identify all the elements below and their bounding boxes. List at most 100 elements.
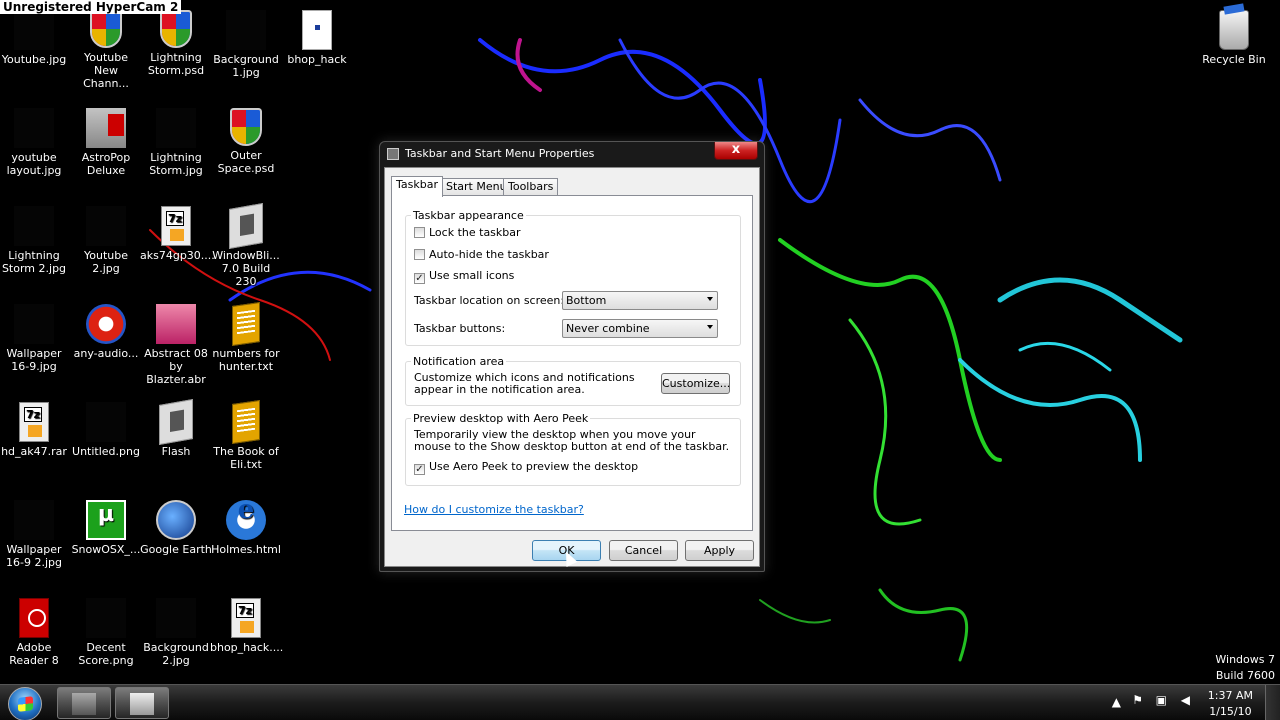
desktop-icon[interactable]: Untitled.png: [70, 402, 142, 458]
windows-shield-icon: [230, 108, 262, 146]
small-icons-checkbox[interactable]: ✓ Use small icons: [414, 269, 514, 284]
show-hidden-icons-icon[interactable]: ▲: [1112, 695, 1121, 709]
desktop-icon-label: bhop_hack....: [210, 641, 284, 654]
aero-peek-description: Temporarily view the desktop when you mo…: [414, 428, 730, 453]
desktop-icon-label: Recycle Bin: [1202, 53, 1266, 66]
close-button[interactable]: x: [714, 142, 758, 160]
desktop-icon[interactable]: AstroPop Deluxe: [70, 108, 142, 177]
checkmark-icon[interactable]: ✓: [414, 273, 425, 284]
taskbar-button-properties[interactable]: [115, 687, 169, 719]
lock-taskbar-checkbox[interactable]: Lock the taskbar: [414, 226, 521, 239]
desktop-icon[interactable]: numbers for hunter.txt: [210, 302, 282, 373]
desktop-icon[interactable]: youtube layout.jpg: [0, 108, 70, 177]
desktop-icon-label: Youtube.jpg: [1, 53, 67, 66]
adobe-reader-icon: [19, 598, 49, 638]
notification-description: Customize which icons and notifications …: [414, 371, 635, 396]
desktop-icon[interactable]: any-audio...: [70, 304, 142, 360]
desktop-icon[interactable]: Decent Score.png: [70, 598, 142, 667]
checkbox-box[interactable]: [414, 227, 425, 238]
desktop-icon[interactable]: 7z bhop_hack....: [210, 598, 284, 654]
desktop-icon-label: Decent Score.png: [78, 641, 134, 667]
show-desktop-button[interactable]: [1265, 685, 1280, 720]
checkmark-icon[interactable]: ✓: [414, 464, 425, 475]
image-thumbnail-icon: [14, 500, 54, 540]
desktop-icon-label: Holmes.html: [211, 543, 281, 556]
image-thumbnail-icon: [14, 10, 54, 50]
tab-toolbars[interactable]: Toolbars: [503, 178, 559, 196]
dialog-titlebar[interactable]: Taskbar and Start Menu Properties x: [380, 142, 764, 166]
taskbar-button-hypercam[interactable]: [57, 687, 111, 719]
desktop-icon-label: Lightning Storm 2.jpg: [1, 249, 67, 275]
autohide-taskbar-checkbox[interactable]: Auto-hide the taskbar: [414, 248, 549, 261]
dialog-client-area: Taskbar Start Menu Toolbars Taskbar appe…: [384, 167, 760, 567]
tab-start-menu[interactable]: Start Menu: [441, 178, 512, 196]
audio-converter-icon: [86, 304, 126, 344]
desktop-icon-label: Adobe Reader 8: [9, 641, 59, 667]
text-file-icon: [232, 400, 260, 444]
desktop-icon[interactable]: µ SnowOSX_...: [70, 500, 142, 556]
apply-button[interactable]: Apply: [685, 540, 754, 561]
network-icon[interactable]: ▣: [1156, 693, 1167, 707]
image-thumbnail-icon: [14, 108, 54, 148]
desktop-icon-label: Background 2.jpg: [143, 641, 209, 667]
desktop-icon[interactable]: Lightning Storm 2.jpg: [0, 206, 70, 275]
desktop-icon[interactable]: Outer Space.psd: [210, 108, 282, 175]
clock[interactable]: 1:37 AM 1/15/10: [1208, 688, 1253, 720]
desktop-icon[interactable]: Wallpaper 16-9.jpg: [0, 304, 70, 373]
desktop-icon[interactable]: Adobe Reader 8: [0, 598, 70, 667]
desktop-icon-label: Background 1.jpg: [213, 53, 279, 79]
desktop-icon[interactable]: Recycle Bin: [1198, 10, 1270, 66]
desktop-icon-label: Lightning Storm.psd: [147, 51, 205, 77]
desktop-icon[interactable]: Flash: [140, 399, 212, 458]
desktop-icon[interactable]: Youtube.jpg: [0, 10, 70, 66]
desktop-icon[interactable]: Youtube 2.jpg: [70, 206, 142, 275]
flash-installer-icon: [159, 399, 193, 445]
desktop-icon[interactable]: Abstract 08 by Blazter.abr: [140, 304, 212, 386]
desktop-icon[interactable]: Lightning Storm.psd: [140, 10, 212, 77]
desktop-icon[interactable]: The Book of Eli.txt: [210, 400, 282, 471]
desktop-icon[interactable]: 7z hd_ak47.rar: [0, 402, 70, 458]
desktop-icon[interactable]: Youtube New Chann...: [70, 10, 142, 90]
checkbox-box[interactable]: [414, 249, 425, 260]
windows-shield-icon: [90, 10, 122, 48]
desktop-icon-label: Wallpaper 16-9.jpg: [6, 347, 62, 373]
desktop-icon-label: Outer Space.psd: [217, 149, 275, 175]
taskbar-buttons-select[interactable]: Never combine: [562, 319, 718, 338]
desktop-icon[interactable]: bhop_hack: [281, 10, 353, 66]
taskbar: ▲ ⚑ ▣ ◀ 1:37 AM 1/15/10: [0, 684, 1280, 720]
desktop-icon[interactable]: Background 2.jpg: [140, 598, 212, 667]
action-center-icon[interactable]: ⚑: [1132, 693, 1143, 707]
start-button[interactable]: [8, 687, 42, 720]
customize-button[interactable]: Customize...: [661, 373, 730, 394]
astropop-icon: [86, 108, 126, 148]
cancel-button[interactable]: Cancel: [609, 540, 678, 561]
tab-taskbar[interactable]: Taskbar: [391, 176, 443, 197]
taskbar-location-select[interactable]: Bottom: [562, 291, 718, 310]
desktop-icon[interactable]: Lightning Storm.jpg: [140, 108, 212, 177]
desktop-icon[interactable]: WindowBli... 7.0 Build 230: [210, 203, 282, 288]
windows-build-watermark: Windows 7 Build 7600: [1215, 653, 1275, 682]
taskbar-properties-icon: [130, 693, 154, 715]
taskbar-tab-panel: Taskbar appearance Lock the taskbar Auto…: [391, 195, 753, 531]
desktop-icon-label: WindowBli... 7.0 Build 230: [212, 249, 280, 288]
help-link[interactable]: How do I customize the taskbar?: [404, 503, 584, 516]
image-thumbnail-icon: [226, 10, 266, 50]
desktop-icon[interactable]: Wallpaper 16-9 2.jpg: [0, 500, 70, 569]
desktop-icon[interactable]: 7z aks74gp30....: [140, 206, 215, 262]
clock-time: 1:37 AM: [1207, 689, 1253, 702]
aero-peek-checkbox[interactable]: ✓ Use Aero Peek to preview the desktop: [414, 460, 638, 475]
desktop-icon-label: Google Earth: [140, 543, 212, 556]
aero-peek-group: Preview desktop with Aero Peek Temporari…: [405, 412, 741, 486]
image-thumbnail-icon: [14, 304, 54, 344]
internet-explorer-icon: e: [226, 497, 266, 540]
desktop-icon-label: Youtube New Chann...: [83, 51, 129, 90]
desktop-icon[interactable]: Background 1.jpg: [210, 10, 282, 79]
utorrent-icon: µ: [86, 500, 126, 540]
camera-icon: [72, 693, 96, 715]
desktop-icon[interactable]: e Holmes.html: [210, 497, 282, 556]
image-thumbnail-icon: [86, 598, 126, 638]
7z-archive-icon: 7z: [231, 598, 261, 638]
desktop-icon[interactable]: Google Earth: [140, 500, 212, 556]
group-title: Notification area: [411, 355, 507, 368]
volume-icon[interactable]: ◀: [1181, 693, 1190, 707]
